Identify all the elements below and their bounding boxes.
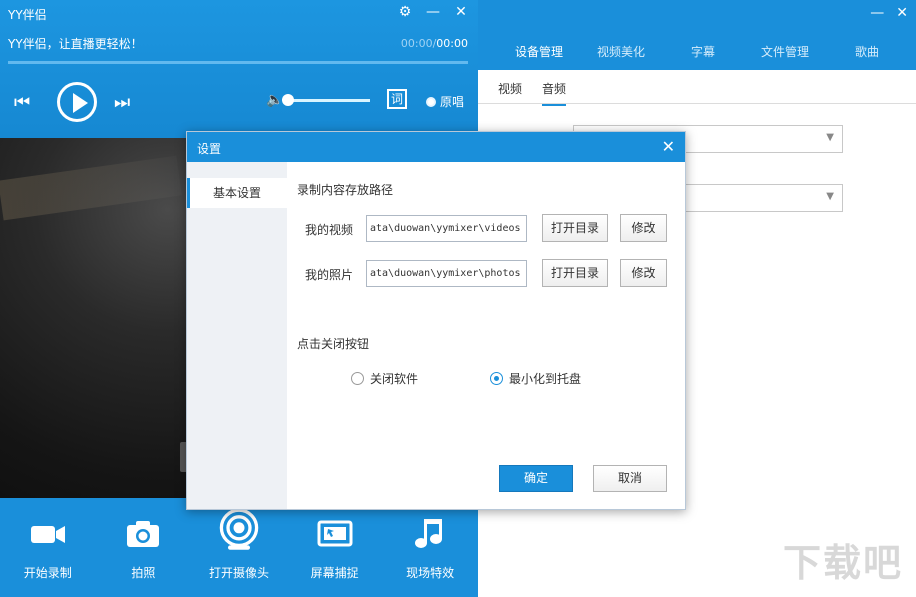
panel-window-controls: — ✕ (870, 5, 908, 21)
settings-dialog: 设置 ✕ 基本设置 录制内容存放路径 我的视频 打开目录 修改 我的照片 打开目… (186, 131, 686, 510)
video-camera-icon (30, 526, 65, 543)
modify-photo-path-button[interactable]: 修改 (620, 259, 667, 287)
tool-bar: 开始录制 拍照 打开摄像头 屏幕捕捉 现场特效 (0, 498, 478, 597)
panel-header: — ✕ 设备管理 视频美化 字幕 文件管理 歌曲 (478, 0, 916, 70)
previous-icon[interactable]: ⏮ (14, 92, 30, 113)
next-icon[interactable]: ⏭ (114, 92, 130, 113)
start-recording-button[interactable]: 开始录制 (0, 498, 96, 597)
modify-video-path-button[interactable]: 修改 (620, 214, 667, 242)
volume-slider[interactable] (288, 99, 370, 102)
radio-label: 关闭软件 (370, 372, 419, 386)
ok-button[interactable]: 确定 (499, 465, 573, 492)
slogan-text: YY伴侣，让直播更轻松！ (8, 37, 143, 51)
minimize-icon[interactable]: — (424, 4, 442, 20)
lyric-button[interactable]: 词 (387, 89, 407, 109)
radio-icon (426, 96, 436, 107)
chevron-down-icon: ▼ (826, 191, 834, 202)
player-topbar: YY伴侣 ⚙ — ✕ YY伴侣，让直播更轻松！ 00:00/00:00 ⏮ ⏭ … (0, 0, 478, 138)
open-camera-button[interactable]: 打开摄像头 (191, 498, 287, 597)
dialog-content: 录制内容存放路径 我的视频 打开目录 修改 我的照片 打开目录 修改 点击关闭按… (287, 162, 685, 509)
photo-path-input[interactable] (366, 260, 527, 287)
radio-label: 最小化到托盘 (509, 372, 582, 386)
tab-subtitles[interactable]: 字幕 (662, 43, 744, 60)
playback-time: 00:00/00:00 (401, 37, 468, 50)
section-title-close-behavior: 点击关闭按钮 (297, 337, 370, 351)
dialog-title: 设置 (197, 142, 222, 156)
subtab-video[interactable]: 视频 (498, 80, 522, 97)
music-note-icon (415, 519, 443, 548)
close-icon[interactable]: ✕ (662, 137, 675, 156)
dialog-sidebar: 基本设置 (187, 162, 287, 509)
dialog-header: 设置 ✕ (187, 132, 685, 162)
settings-icon[interactable]: ⚙ (396, 4, 414, 20)
tool-label: 现场特效 (406, 566, 455, 580)
close-icon[interactable]: ✕ (896, 5, 908, 21)
radio-minimize-tray[interactable]: 最小化到托盘 (490, 370, 581, 387)
volume-icon[interactable]: 🔈 (266, 92, 283, 108)
app-title: YY伴侣 (8, 8, 47, 22)
video-path-input[interactable] (366, 215, 527, 242)
photo-camera-icon (127, 521, 160, 547)
playback-controls: ⏮ ⏭ 🔈 词 原唱 (0, 80, 478, 125)
tab-songs[interactable]: 歌曲 (826, 43, 908, 60)
watermark-logo: 下载吧 (782, 540, 903, 585)
video-path-label: 我的视频 (305, 223, 354, 237)
open-photo-dir-button[interactable]: 打开目录 (542, 259, 608, 287)
screen-capture-icon (317, 520, 353, 547)
tool-label: 开始录制 (23, 566, 72, 580)
tool-label: 拍照 (131, 566, 156, 580)
tab-video-beauty[interactable]: 视频美化 (580, 43, 662, 60)
original-vocal-toggle[interactable]: 原唱 (426, 93, 464, 110)
screen-capture-button[interactable]: 屏幕捕捉 (287, 498, 383, 597)
original-vocal-label: 原唱 (440, 95, 465, 109)
tool-label: 屏幕捕捉 (310, 566, 359, 580)
sidebar-item-basic-settings[interactable]: 基本设置 (187, 178, 287, 208)
take-photo-button[interactable]: 拍照 (96, 498, 192, 597)
chevron-down-icon: ▼ (826, 132, 834, 143)
time-current: 00:00 (400, 37, 433, 50)
radio-on-icon (490, 372, 503, 385)
panel-tabs: 设备管理 视频美化 字幕 文件管理 歌曲 (498, 43, 908, 60)
subtab-audio[interactable]: 音频 (542, 80, 567, 106)
tab-device-management[interactable]: 设备管理 (498, 43, 580, 60)
app-window: YY伴侣 ⚙ — ✕ YY伴侣，让直播更轻松！ 00:00/00:00 ⏮ ⏭ … (0, 0, 916, 597)
section-title-path: 录制内容存放路径 (297, 183, 394, 197)
radio-off-icon (351, 372, 364, 385)
tool-label: 打开摄像头 (208, 566, 269, 580)
close-icon[interactable]: ✕ (452, 4, 470, 20)
minimize-icon[interactable]: — (870, 5, 884, 21)
webcam-icon (219, 508, 259, 550)
play-button[interactable] (57, 82, 97, 122)
live-effects-button[interactable]: 现场特效 (382, 498, 478, 597)
time-total: 00:00 (436, 37, 468, 50)
photo-path-label: 我的照片 (305, 268, 354, 282)
playback-progress-bar[interactable] (8, 61, 468, 64)
sub-tabs: 视频 音频 (478, 70, 916, 106)
window-controls: ⚙ — ✕ (396, 4, 470, 20)
volume-slider-handle[interactable] (282, 94, 294, 106)
radio-close-app[interactable]: 关闭软件 (351, 370, 418, 387)
cancel-button[interactable]: 取消 (593, 465, 667, 492)
open-video-dir-button[interactable]: 打开目录 (542, 214, 608, 242)
tab-file-management[interactable]: 文件管理 (744, 43, 826, 60)
